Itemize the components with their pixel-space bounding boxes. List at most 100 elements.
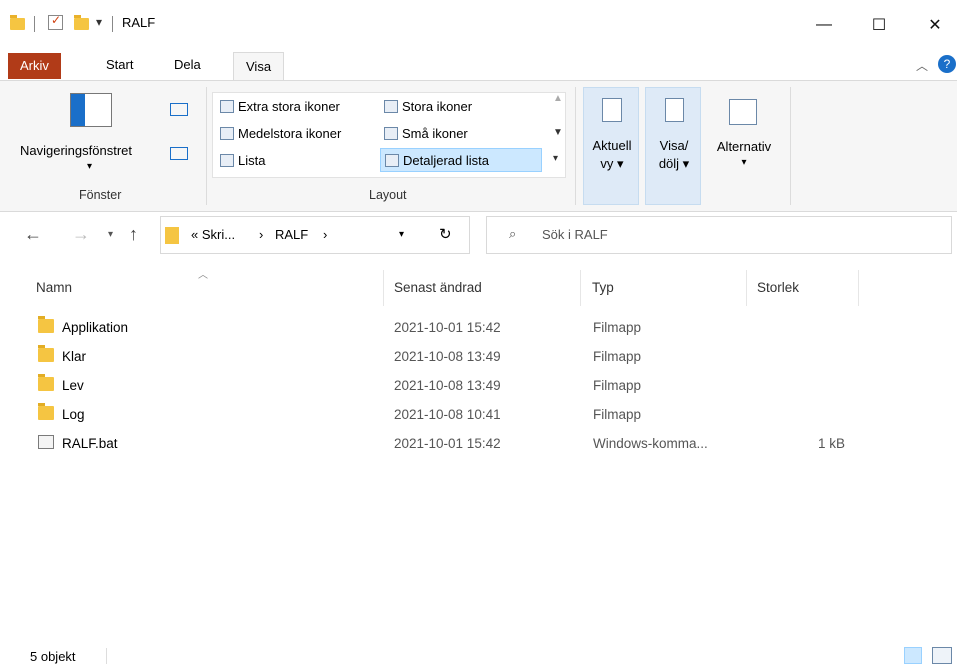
refresh-icon[interactable]: ↻ [439, 225, 452, 243]
view-small-icons[interactable]: Små ikoner [384, 122, 468, 144]
show-hide-button[interactable]: Visa/ dölj ▾ [645, 87, 701, 205]
folder-icon [165, 227, 179, 244]
search-box[interactable]: ⌕ Sök i RALF [486, 216, 952, 254]
search-placeholder: Sök i RALF [542, 227, 608, 242]
group-divider [790, 87, 791, 205]
current-view-icon [602, 98, 622, 122]
large-icons-icon [384, 99, 398, 113]
column-header-type[interactable]: Typ [592, 280, 614, 295]
details-pane-icon[interactable] [170, 147, 188, 160]
file-name: Klar [62, 349, 87, 364]
file-date: 2021-10-01 15:42 [394, 320, 501, 335]
window-title: RALF [122, 15, 156, 30]
column-divider[interactable] [858, 270, 859, 306]
view-medium-icons[interactable]: Medelstora ikoner [220, 122, 341, 144]
table-row[interactable]: Klar 2021-10-08 13:49 Filmapp [0, 343, 957, 372]
tab-visa[interactable]: Visa [233, 52, 285, 81]
preview-pane-icon[interactable] [170, 103, 188, 116]
table-row[interactable]: RALF.bat 2021-10-01 15:42 Windows-komma.… [0, 430, 957, 459]
gallery-scroll-down-icon[interactable]: ▼ [553, 127, 563, 138]
file-name: Lev [62, 378, 84, 393]
customize-quick-access-icon[interactable]: ▾ [96, 15, 102, 29]
small-icons-icon [384, 126, 398, 140]
folder-icon [38, 401, 58, 430]
group-label-layout: Layout [369, 188, 407, 202]
show-hide-icon [665, 98, 684, 122]
column-divider[interactable] [746, 270, 747, 306]
sort-ascending-icon: ︿ [198, 270, 208, 281]
table-row[interactable]: Log 2021-10-08 10:41 Filmapp [0, 401, 957, 430]
tab-dela[interactable]: Dela [162, 50, 213, 80]
title-bar: ✓ ▾ RALF — ☐ ✕ [0, 0, 957, 50]
file-type: Windows-komma... [593, 436, 708, 451]
column-divider[interactable] [383, 270, 384, 306]
details-view-icon[interactable] [904, 647, 922, 664]
file-date: 2021-10-01 15:42 [394, 436, 501, 451]
group-divider [575, 87, 576, 205]
new-folder-icon[interactable] [74, 15, 89, 30]
gallery-expand-icon[interactable]: ▾ [553, 153, 558, 164]
options-button[interactable]: Alternativ ▾ [705, 87, 783, 205]
minimize-button[interactable]: — [807, 8, 841, 42]
file-type: Filmapp [593, 320, 642, 335]
column-divider[interactable] [580, 270, 581, 306]
recent-locations-icon[interactable]: ▾ [108, 229, 113, 240]
breadcrumb-ralf[interactable]: RALF [275, 227, 308, 242]
breadcrumb-skri[interactable]: « Skri... [191, 227, 235, 242]
medium-icons-icon [220, 126, 234, 140]
maximize-button[interactable]: ☐ [862, 8, 896, 42]
folder-icon [38, 372, 58, 401]
group-divider [206, 87, 207, 205]
up-icon[interactable]: ↑ [129, 224, 138, 245]
tab-start[interactable]: Start [94, 50, 145, 80]
close-button[interactable]: ✕ [918, 8, 952, 42]
search-icon: ⌕ [509, 226, 517, 241]
separator [106, 648, 107, 664]
ribbon-tabs: Arkiv Start Dela Visa ︿ ? [0, 50, 957, 81]
options-icon [729, 99, 757, 125]
forward-icon[interactable]: → [72, 224, 90, 245]
list-icon [220, 153, 234, 167]
breadcrumb-separator-icon: › [323, 227, 328, 242]
large-icons-icon [220, 99, 234, 113]
chevron-down-icon: ▾ [741, 157, 747, 168]
file-date: 2021-10-08 10:41 [394, 407, 501, 422]
group-label-fonster: Fönster [79, 188, 122, 202]
current-view-button[interactable]: Aktuell vy ▾ [583, 87, 639, 205]
ribbon: Navigeringsfönstret ▾ Fönster Extra stor… [0, 80, 957, 212]
chevron-down-icon: ▾ [87, 161, 93, 172]
view-list[interactable]: Lista [220, 149, 265, 171]
view-large-icons[interactable]: Stora ikoner [384, 95, 472, 117]
file-name: RALF.bat [62, 436, 118, 451]
help-icon[interactable]: ? [938, 55, 956, 73]
file-name: Applikation [62, 320, 129, 335]
details-icon [385, 153, 399, 167]
file-name: Log [62, 407, 85, 422]
file-type: Filmapp [593, 378, 642, 393]
large-icons-view-icon[interactable] [932, 647, 952, 664]
gallery-scroll-up-icon[interactable]: ▲ [553, 93, 563, 104]
file-type: Filmapp [593, 349, 642, 364]
collapse-ribbon-icon[interactable]: ︿ [916, 57, 928, 74]
item-count: 5 objekt [30, 649, 76, 664]
file-date: 2021-10-08 13:49 [394, 378, 501, 393]
view-details[interactable]: Detaljerad lista [380, 148, 542, 172]
column-header-name[interactable]: Namn [36, 280, 72, 295]
navigation-pane-icon[interactable] [70, 93, 112, 127]
breadcrumb-separator-icon: › [259, 227, 264, 242]
address-bar[interactable]: « Skri... › RALF › ▾ ↻ [160, 216, 470, 254]
navigation-pane-button[interactable]: Navigeringsfönstret [20, 143, 132, 158]
view-extra-large-icons[interactable]: Extra stora ikoner [220, 95, 340, 117]
status-bar: 5 objekt [0, 644, 957, 668]
folder-icon [38, 314, 58, 343]
batch-file-icon [38, 430, 58, 459]
tab-arkiv[interactable]: Arkiv [8, 53, 61, 79]
column-header-date[interactable]: Senast ändrad [394, 280, 482, 295]
table-row[interactable]: Applikation 2021-10-01 15:42 Filmapp [0, 314, 957, 343]
address-dropdown-icon[interactable]: ▾ [399, 229, 404, 240]
column-header-size[interactable]: Storlek [757, 280, 799, 295]
properties-icon[interactable]: ✓ [48, 13, 63, 30]
file-size: 1 kB [818, 436, 846, 451]
table-row[interactable]: Lev 2021-10-08 13:49 Filmapp [0, 372, 957, 401]
back-icon[interactable]: ← [24, 224, 42, 245]
